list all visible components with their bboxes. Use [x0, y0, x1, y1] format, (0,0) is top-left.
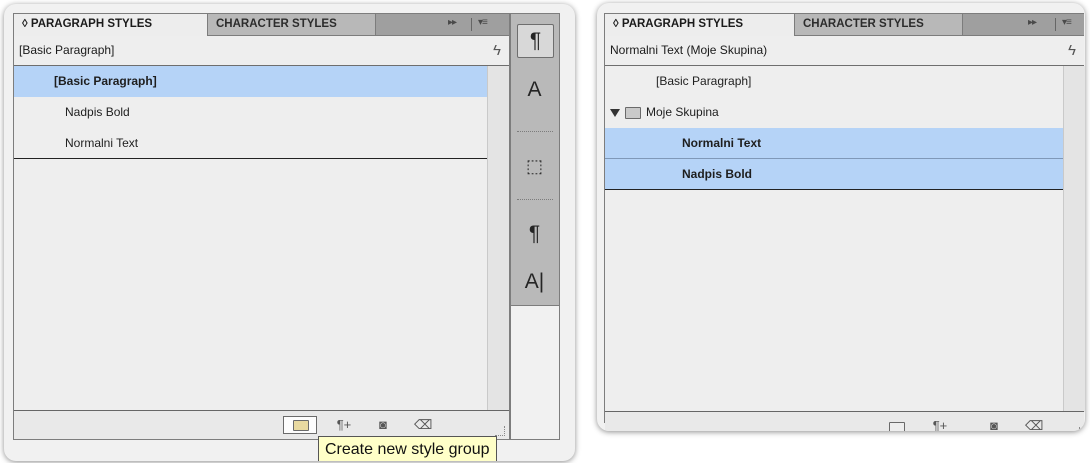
panel-footer: ¶+ ◙ ⌫: [14, 410, 509, 439]
style-item-normalni-text[interactable]: Normalni Text: [14, 128, 487, 159]
style-item-basic-paragraph[interactable]: [Basic Paragraph]: [14, 66, 487, 97]
collapse-panel-icon[interactable]: ▸▸: [1028, 17, 1037, 28]
tab-paragraph-styles[interactable]: ◊ PARAGRAPH STYLES: [14, 14, 208, 36]
trash-icon[interactable]: ⌫: [414, 417, 432, 433]
lightning-icon[interactable]: ϟ: [1068, 36, 1076, 65]
resize-grip[interactable]: [495, 426, 505, 436]
current-style-row: [Basic Paragraph] ϟ: [14, 36, 509, 66]
tab-separator: [1055, 18, 1056, 31]
tab-character-styles[interactable]: CHARACTER STYLES: [208, 14, 376, 35]
folder-icon: [625, 106, 641, 119]
disclosure-triangle-icon[interactable]: [610, 108, 620, 117]
tab-paragraph-styles[interactable]: ◊ PARAGRAPH STYLES: [605, 14, 795, 36]
right-screenshot: ◊ PARAGRAPH STYLES CHARACTER STYLES ▸▸ ▾…: [597, 3, 1085, 431]
tab-character-styles[interactable]: CHARACTER STYLES: [795, 14, 963, 35]
style-item-basic-paragraph[interactable]: [Basic Paragraph]: [605, 66, 1063, 97]
folder-icon: [293, 420, 309, 431]
panel-footer: ¶+ ◙ ⌫: [605, 411, 1084, 431]
paragraph-icon[interactable]: ¶: [517, 218, 552, 250]
trash-icon[interactable]: ⌫: [1025, 418, 1043, 431]
style-item-nadpis-bold[interactable]: Nadpis Bold: [605, 159, 1063, 190]
new-style-override-icon[interactable]: ¶+: [332, 417, 356, 433]
paragraph-styles-panel: ◊ PARAGRAPH STYLES CHARACTER STYLES ▸▸ ▾…: [13, 13, 510, 440]
current-style-label: Normalni Text (Moje Skupina): [610, 43, 768, 57]
new-style-icon[interactable]: ◙: [985, 418, 1003, 431]
style-group-row[interactable]: Moje Skupina: [605, 97, 1063, 128]
dock-empty-area: [511, 305, 559, 439]
dock-separator: [517, 199, 553, 200]
vertical-scrollbar[interactable]: [487, 66, 509, 411]
panel-tab-bar: ◊ PARAGRAPH STYLES CHARACTER STYLES ▸▸ ▾…: [14, 14, 509, 36]
create-style-group-button[interactable]: [283, 416, 317, 434]
style-item-normalni-text[interactable]: Normalni Text: [605, 128, 1063, 159]
panel-menu-icon[interactable]: ▾≡: [1062, 17, 1072, 28]
character-styles-icon[interactable]: A: [517, 74, 552, 106]
current-style-row: Normalni Text (Moje Skupina) ϟ: [605, 36, 1084, 66]
tab-separator: [471, 18, 472, 31]
left-screenshot: ◊ PARAGRAPH STYLES CHARACTER STYLES ▸▸ ▾…: [4, 4, 575, 461]
resize-grip[interactable]: [1070, 427, 1080, 431]
lightning-icon[interactable]: ϟ: [493, 36, 501, 65]
group-name: Moje Skupina: [646, 105, 719, 119]
dock-separator: [517, 131, 553, 132]
panel-tab-bar: ◊ PARAGRAPH STYLES CHARACTER STYLES ▸▸ ▾…: [605, 14, 1084, 36]
new-style-icon[interactable]: ◙: [374, 417, 392, 433]
current-style-label: [Basic Paragraph]: [19, 43, 115, 57]
new-style-override-icon[interactable]: ¶+: [928, 418, 952, 431]
character-icon[interactable]: A|: [517, 266, 552, 298]
collapse-panel-icon[interactable]: ▸▸: [448, 17, 457, 28]
object-styles-icon[interactable]: ⬚: [517, 150, 552, 182]
paragraph-styles-icon[interactable]: ¶: [517, 24, 554, 58]
style-item-nadpis-bold[interactable]: Nadpis Bold: [14, 97, 487, 128]
paragraph-styles-panel: ◊ PARAGRAPH STYLES CHARACTER STYLES ▸▸ ▾…: [604, 13, 1085, 431]
panel-dock: ¶ A ⬚ ¶ A|: [510, 13, 560, 440]
vertical-scrollbar[interactable]: [1063, 66, 1085, 412]
tooltip: Create new style group: [318, 436, 497, 461]
panel-menu-icon[interactable]: ▾≡: [478, 17, 488, 28]
folder-icon[interactable]: [889, 422, 905, 431]
